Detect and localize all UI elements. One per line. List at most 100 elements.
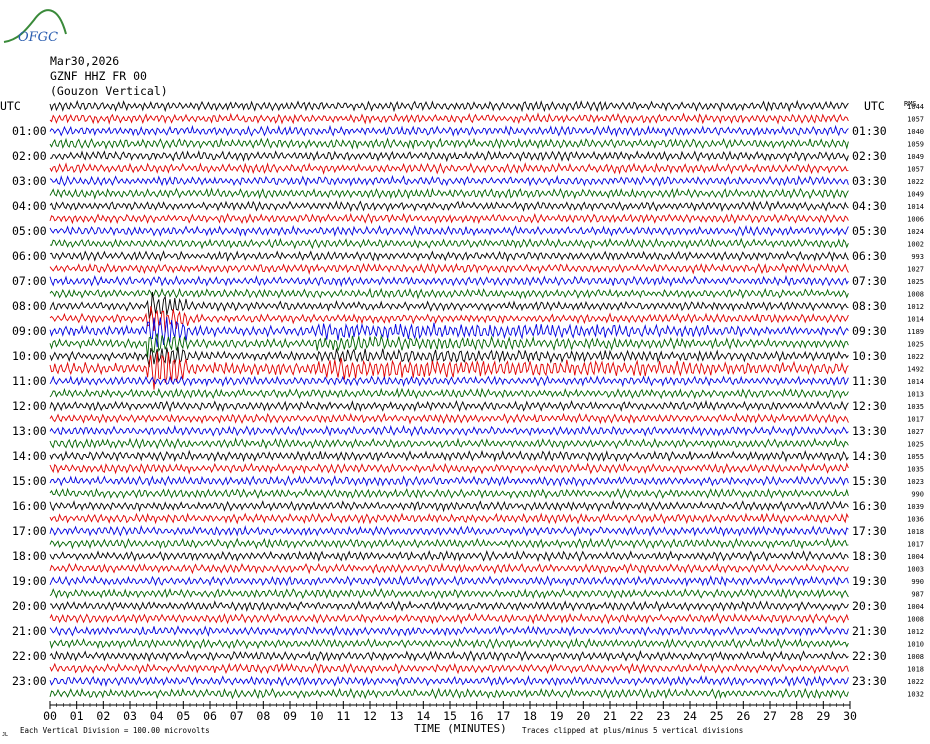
x-tick-label: 17 [496, 709, 510, 723]
right-hour-label: 20:30 [852, 599, 887, 613]
left-hour-label: 09:00 [12, 324, 47, 338]
rms-value: 1044 [907, 103, 924, 111]
rms-value: 1010 [907, 641, 924, 649]
right-hour-label: 01:30 [852, 124, 887, 138]
x-tick-label: 09 [283, 709, 297, 723]
rms-value: 1008 [907, 616, 924, 624]
right-hour-label: 19:30 [852, 574, 887, 588]
trace-line [49, 612, 849, 625]
left-hour-label: 19:00 [12, 574, 47, 588]
rms-value: 987 [911, 591, 924, 599]
x-tick-label: 22 [630, 709, 644, 723]
trace-line [49, 237, 849, 250]
trace-line [49, 150, 849, 163]
left-hour-label: 22:00 [12, 649, 47, 663]
rms-value: 990 [911, 578, 924, 586]
right-hour-label: 07:30 [852, 274, 887, 288]
trace-line [49, 124, 849, 138]
rms-value: 1057 [907, 166, 924, 174]
x-tick-label: 28 [790, 709, 804, 723]
rms-value: 1055 [907, 453, 924, 461]
x-tick-label: 08 [256, 709, 270, 723]
right-hour-label: 16:30 [852, 499, 887, 513]
helicorder-chart: UTC UTC RMS01:0002:0003:0004:0005:0006:000… [0, 99, 924, 738]
rms-value: 1027 [907, 266, 924, 274]
right-hour-label: 23:30 [852, 674, 887, 688]
trace-line [49, 512, 849, 525]
rms-value: 1057 [907, 116, 924, 124]
rms-value: 1035 [907, 403, 924, 411]
scale-note: Each Vertical Division = 100.00 microvol… [20, 726, 210, 735]
trace-group [49, 99, 849, 700]
x-tick-label: 23 [656, 709, 670, 723]
rms-value: 1014 [907, 203, 924, 211]
x-tick-label: 26 [736, 709, 750, 723]
rms-value: 1040 [907, 128, 924, 136]
rms-value: 1014 [907, 378, 924, 386]
right-hour-label: 15:30 [852, 474, 887, 488]
trace-line [49, 387, 849, 400]
rms-value: 1025 [907, 278, 924, 286]
rms-value: 1035 [907, 466, 924, 474]
x-tick-label: 27 [763, 709, 777, 723]
trace-line [49, 112, 849, 125]
rms-value: 1006 [907, 216, 924, 224]
x-tick-label: 30 [843, 709, 857, 723]
right-hour-label: 14:30 [852, 449, 887, 463]
left-hour-label: 02:00 [12, 149, 47, 163]
trace-line [49, 662, 849, 675]
left-hour-label: 05:00 [12, 224, 47, 238]
right-hour-label: 09:30 [852, 324, 887, 338]
trace-line [49, 424, 849, 437]
rms-value: 1049 [907, 191, 924, 199]
trace-line [49, 212, 849, 225]
right-hour-label: 17:30 [852, 524, 887, 538]
x-tick-label: 02 [96, 709, 110, 723]
rms-value: 1018 [907, 528, 924, 536]
x-tick-label: 04 [150, 709, 164, 723]
trace-line [49, 637, 849, 650]
x-tick-label: 03 [123, 709, 137, 723]
left-hour-label: 20:00 [12, 599, 47, 613]
rms-value: 1017 [907, 541, 924, 549]
corner-mark: JL [2, 732, 8, 738]
right-hour-label: 11:30 [852, 374, 887, 388]
x-axis-title: TIME (MINUTES) [414, 722, 507, 735]
rms-value: 993 [911, 253, 924, 261]
trace-line [49, 575, 849, 587]
trace-line [49, 649, 849, 663]
trace-line [49, 137, 849, 150]
rms-value: 1003 [907, 566, 924, 574]
trace-line [49, 351, 849, 390]
left-hour-label: 12:00 [12, 399, 47, 413]
trace-line [49, 287, 849, 300]
x-tick-label: 11 [336, 709, 350, 723]
right-hour-label: 08:30 [852, 299, 887, 313]
right-hour-label: 13:30 [852, 424, 887, 438]
left-hour-label: 01:00 [12, 124, 47, 138]
rms-value: 1002 [907, 241, 924, 249]
rms-value: 1024 [907, 228, 924, 236]
left-hour-label: 17:00 [12, 524, 47, 538]
trace-line [49, 487, 849, 500]
x-tick-label: 29 [816, 709, 830, 723]
rms-value: 1039 [907, 503, 924, 511]
trace-line [49, 475, 849, 488]
rms-value: 1492 [907, 366, 924, 374]
x-tick-label: 07 [230, 709, 244, 723]
right-hour-label: 10:30 [852, 349, 887, 363]
rms-value: 1008 [907, 653, 924, 661]
rms-value: 1189 [907, 328, 924, 336]
trace-line [49, 550, 849, 563]
right-utc-label: UTC [864, 99, 885, 113]
rms-value: 1022 [907, 678, 924, 686]
x-tick-label: 14 [416, 709, 430, 723]
rms-value: 1032 [907, 691, 924, 699]
trace-line [49, 200, 849, 213]
left-hour-label: 21:00 [12, 624, 47, 638]
rms-value: 1017 [907, 416, 924, 424]
x-tick-label: 16 [470, 709, 484, 723]
rms-value: 1059 [907, 141, 924, 149]
trace-line [49, 562, 849, 575]
trace-line [49, 262, 849, 275]
